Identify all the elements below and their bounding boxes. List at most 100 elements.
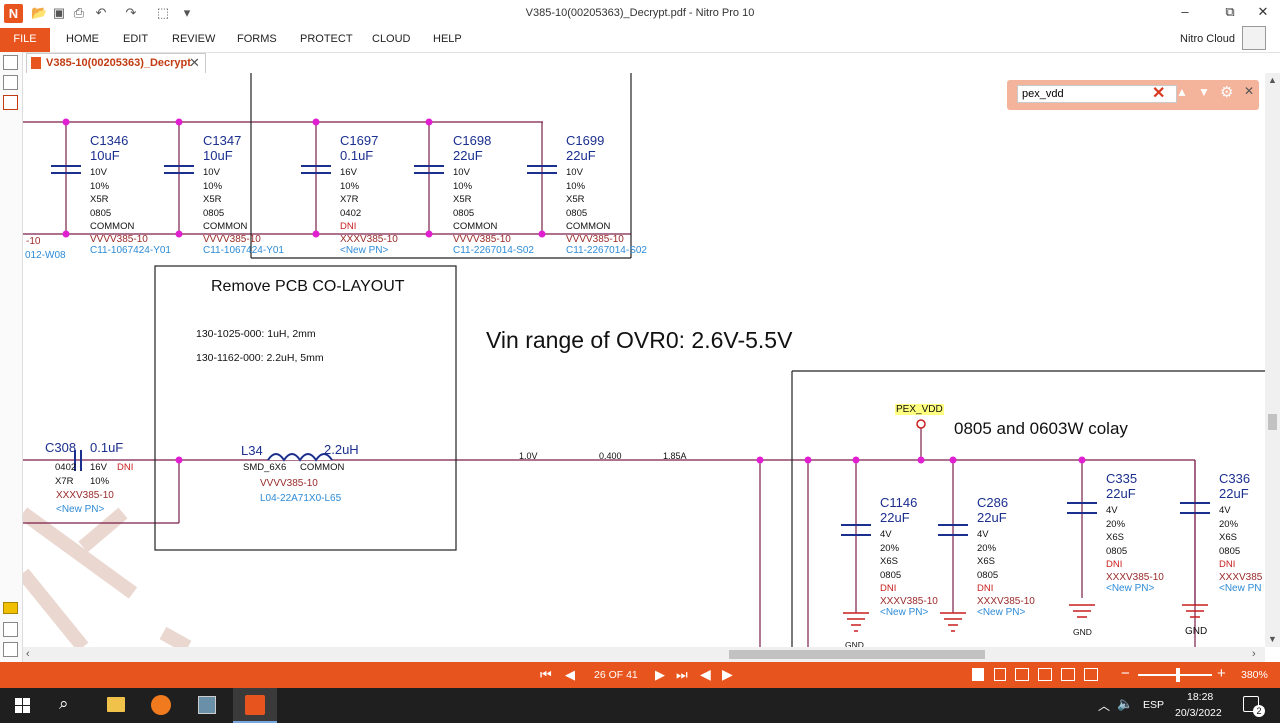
cap-c1146[interactable]: C1146 22uF 4V 20% X6S 0805 DNI XXXV385-1… bbox=[880, 495, 938, 618]
nitro-taskbar-icon[interactable] bbox=[233, 688, 277, 723]
tray-expand-icon[interactable]: ︿ bbox=[1098, 697, 1110, 714]
cap-c1698[interactable]: C1698 22uF 10V 10% X5R 0805 COMMON VVVV3… bbox=[453, 133, 534, 256]
scroll-down-icon[interactable]: ▼ bbox=[1268, 634, 1277, 644]
comments-icon[interactable] bbox=[3, 602, 18, 614]
zoom-in-icon[interactable]: + bbox=[1217, 665, 1226, 682]
firefox-icon[interactable] bbox=[151, 695, 171, 715]
volume-icon[interactable]: 🔈 bbox=[1117, 696, 1133, 712]
file-tab[interactable]: FILE bbox=[0, 28, 50, 52]
output-icon[interactable] bbox=[3, 642, 18, 657]
horizontal-scroll-thumb[interactable] bbox=[729, 650, 985, 659]
cap-spec: 10% bbox=[340, 180, 360, 192]
cap-spec: 20% bbox=[977, 542, 997, 554]
inductor-ref: L34 bbox=[241, 443, 263, 458]
cap-part: <New PN> bbox=[1106, 582, 1155, 594]
first-page-icon[interactable]: ⏮ bbox=[540, 667, 552, 683]
cap-spec: 10V bbox=[453, 167, 470, 178]
last-page-icon[interactable]: ⏭ bbox=[676, 667, 688, 683]
fit-page-icon[interactable] bbox=[1061, 668, 1075, 681]
cap-c286[interactable]: C286 22uF 4V 20% X6S 0805 DNI XXXV385-10… bbox=[977, 495, 1035, 618]
cap-c1697[interactable]: C1697 0.1uF 16V 10% X7R 0402 DNI XXXV385… bbox=[340, 133, 398, 256]
page-indicator[interactable]: 26 OF 41 bbox=[594, 669, 638, 681]
minimize-button[interactable]: – bbox=[1170, 4, 1200, 24]
attachments-icon[interactable] bbox=[3, 95, 18, 110]
cap-spec: 10% bbox=[566, 180, 586, 192]
remove-colayout-title: Remove PCB CO-LAYOUT bbox=[211, 278, 405, 295]
clock-time[interactable]: 18:28 bbox=[1187, 691, 1213, 703]
facing-continuous-icon[interactable] bbox=[1038, 668, 1052, 681]
single-page-view-icon[interactable] bbox=[972, 668, 984, 681]
clock-date[interactable]: 20/3/2022 bbox=[1175, 707, 1222, 719]
back-view-icon[interactable]: ◀ bbox=[700, 666, 711, 683]
previous-page-icon[interactable]: ◀ bbox=[565, 667, 575, 683]
cap-c1346[interactable]: C1346 10uF 10V 10% X5R 0805 COMMON VVVV3… bbox=[90, 133, 171, 256]
scroll-up-icon[interactable]: ▲ bbox=[1268, 75, 1277, 85]
window-title: V385-10(00205363)_Decrypt.pdf - Nitro Pr… bbox=[525, 7, 755, 19]
document-tab[interactable]: V385-10(00205363)_Decrypt ✕ bbox=[26, 53, 206, 73]
cap-spec: COMMON bbox=[566, 221, 611, 232]
cap-spec: 0402 bbox=[55, 462, 77, 473]
continuous-view-icon[interactable] bbox=[994, 668, 1006, 681]
inductor-value: 2.2uH bbox=[324, 442, 359, 457]
document-view[interactable]: -10 012-W08 C1346 10uF 10V 10% X5R 0805 … bbox=[23, 73, 1265, 647]
cap-spec: 0805 bbox=[977, 569, 999, 581]
facing-view-icon[interactable] bbox=[1015, 668, 1029, 681]
vertical-scrollbar[interactable]: ▲ ▼ bbox=[1265, 73, 1280, 647]
cap-ref: C1146 bbox=[880, 495, 918, 510]
tab-cloud[interactable]: CLOUD bbox=[372, 33, 411, 45]
restore-button[interactable]: ⧉ bbox=[1215, 4, 1245, 24]
tab-home[interactable]: HOME bbox=[66, 33, 99, 45]
file-explorer-icon[interactable] bbox=[107, 697, 125, 712]
scroll-right-icon[interactable]: › bbox=[1252, 648, 1256, 660]
search-icon[interactable]: ⌕ bbox=[59, 694, 69, 714]
horizontal-scrollbar[interactable]: ‹ › bbox=[23, 647, 1265, 662]
forward-view-icon[interactable]: ▶ bbox=[722, 666, 733, 683]
cap-pn: XXXV385-10 bbox=[56, 490, 114, 501]
cap-spec: 16V bbox=[340, 167, 357, 178]
cap-spec: 20% bbox=[1219, 518, 1239, 530]
terminal-app-icon[interactable] bbox=[198, 696, 216, 714]
cap-spec: 0805 bbox=[566, 207, 588, 219]
pages-icon[interactable] bbox=[3, 55, 18, 70]
cap-c335[interactable]: C335 22uF 4V 20% X6S 0805 DNI XXXV385-10… bbox=[1106, 471, 1164, 594]
bookmarks-icon[interactable] bbox=[3, 75, 18, 90]
zoom-out-icon[interactable]: − bbox=[1121, 665, 1130, 682]
signatures-icon[interactable] bbox=[3, 622, 18, 637]
tab-review[interactable]: REVIEW bbox=[172, 33, 215, 45]
close-find-icon[interactable]: ✕ bbox=[1244, 84, 1254, 98]
language-indicator[interactable]: ESP bbox=[1143, 699, 1164, 711]
fit-width-icon[interactable] bbox=[1084, 668, 1098, 681]
cap-part: C11-1067424-Y01 bbox=[203, 244, 284, 256]
cap-c308[interactable]: C308 0.1uF 0402 16V DNI X7R 10% XXXV385-… bbox=[23, 439, 153, 519]
zoom-level[interactable]: 380% bbox=[1241, 669, 1268, 681]
tab-protect[interactable]: PROTECT bbox=[300, 33, 353, 45]
close-button[interactable]: ✕ bbox=[1248, 4, 1278, 24]
next-page-icon[interactable]: ▶ bbox=[655, 667, 665, 683]
cap-ref: C1697 bbox=[340, 133, 379, 148]
vertical-scroll-thumb[interactable] bbox=[1268, 414, 1277, 430]
avatar-icon[interactable] bbox=[1242, 26, 1266, 50]
find-next-icon[interactable]: ▼ bbox=[1198, 85, 1210, 99]
tab-help[interactable]: HELP bbox=[433, 33, 462, 45]
close-tab-icon[interactable]: ✕ bbox=[189, 55, 200, 71]
windows-start-icon[interactable] bbox=[15, 698, 30, 713]
find-previous-icon[interactable]: ▲ bbox=[1176, 85, 1188, 99]
clear-search-icon[interactable]: ✕ bbox=[1152, 83, 1165, 103]
cap-c336[interactable]: C336 22uF 4V 20% X6S 0805 DNI XXXV385 <N… bbox=[1219, 471, 1262, 594]
cap-spec: X5R bbox=[203, 194, 222, 205]
find-settings-icon[interactable]: ⚙ bbox=[1220, 83, 1233, 101]
zoom-slider-thumb[interactable] bbox=[1176, 668, 1180, 682]
cap-spec: 10% bbox=[90, 180, 110, 192]
cap-part: <New PN> bbox=[977, 606, 1026, 618]
cap-ref: C286 bbox=[977, 495, 1009, 510]
cap-part: <New PN bbox=[1219, 582, 1262, 594]
account-name[interactable]: Nitro Cloud bbox=[1180, 33, 1235, 45]
cap-c1699[interactable]: C1699 22uF 10V 10% X5R 0805 COMMON VVVV3… bbox=[566, 133, 647, 256]
tab-edit[interactable]: EDIT bbox=[123, 33, 148, 45]
cap-c1347[interactable]: C1347 10uF 10V 10% X5R 0805 COMMON VVVV3… bbox=[203, 133, 284, 256]
tab-forms[interactable]: FORMS bbox=[237, 33, 277, 45]
cap-part: C11-1067424-Y01 bbox=[90, 244, 171, 256]
zoom-slider-track[interactable] bbox=[1138, 674, 1212, 676]
scroll-left-icon[interactable]: ‹ bbox=[26, 648, 30, 660]
partial-part: 012-W08 bbox=[25, 250, 66, 261]
